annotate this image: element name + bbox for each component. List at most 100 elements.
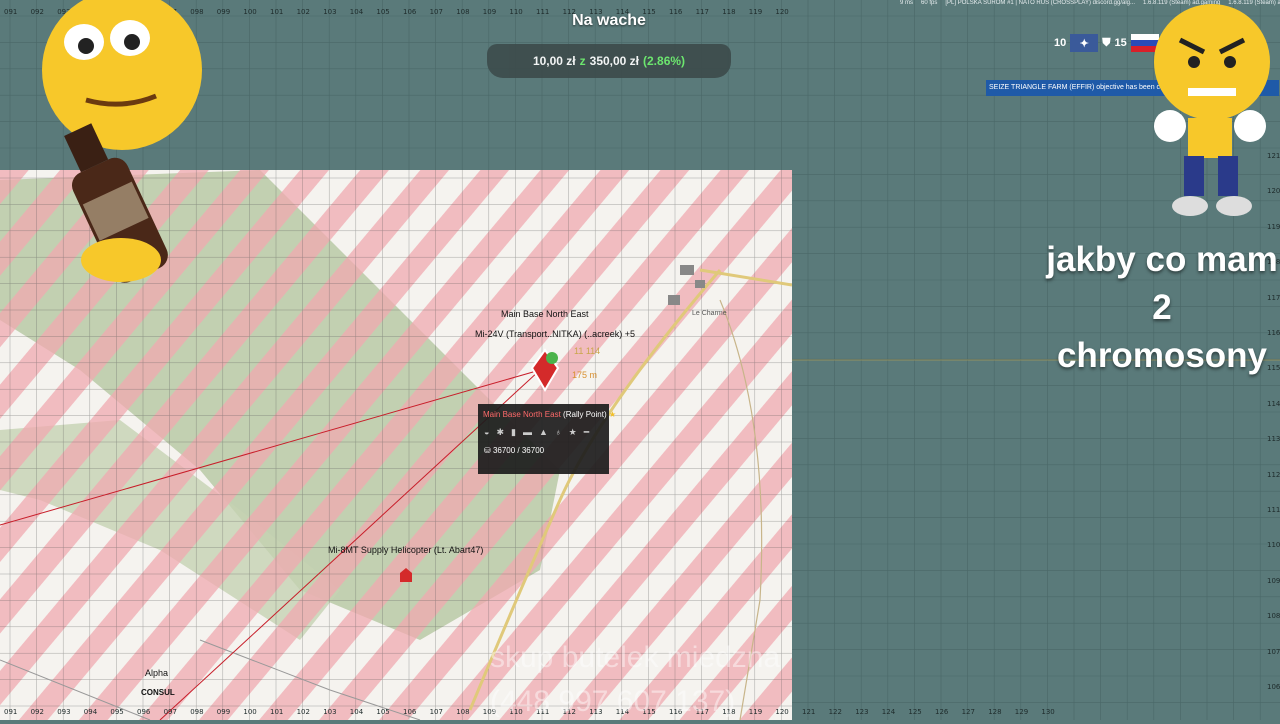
grid-tick-112: 112 [1267, 470, 1280, 479]
grid-tick-119: 119 [1267, 222, 1280, 231]
grid-tick-104: 104 [349, 8, 364, 16]
grid-tick-102: 102 [296, 8, 310, 16]
angry-smiley-overlay-icon [1154, 4, 1270, 216]
grid-tick-096: 096 [137, 708, 151, 716]
fuel-icon[interactable]: ▮ [511, 427, 516, 438]
soldier-icon[interactable]: ▲ [539, 427, 548, 438]
rally-point-suffix: (Rally Point) [563, 410, 607, 419]
grid-tick-113: 113 [1267, 435, 1280, 444]
grid-tick-116: 116 [669, 8, 683, 16]
grid-tick-123: 123 [855, 708, 869, 716]
grid-tick-108: 108 [456, 8, 470, 16]
status-item: 9 ms [900, 0, 914, 6]
grid-tick-126: 126 [935, 708, 949, 716]
main-base-label: Main Base North East [501, 309, 589, 319]
rally-point-tickets: ⛁ 36700 / 36700 [478, 440, 609, 461]
watermark-line-2: (448 997 607 137) [490, 685, 736, 718]
grid-tick-094: 094 [83, 708, 98, 716]
grid-tick-121: 121 [802, 708, 816, 716]
status-item: [PL] POLSKA SUROM #1 | NATO RUS (CROSSPL… [945, 0, 1135, 6]
medal-icon[interactable]: ♁ [555, 427, 562, 438]
stream-caption: jakby co mam 2 chromosony [1044, 236, 1280, 380]
tickets-value: 36700 / 36700 [492, 446, 545, 455]
grid-tick-108: 108 [456, 708, 470, 716]
grid-tick-129: 129 [1014, 708, 1029, 716]
page-title: Na wache [572, 12, 646, 29]
grid-ref-label: 11 114 [574, 346, 601, 356]
grid-tick-110: 110 [1267, 541, 1280, 550]
village-label: Le Charme [692, 310, 727, 317]
score-left: 10 [1054, 37, 1067, 49]
grid-tick-101: 101 [270, 8, 284, 16]
grid-tick-106: 106 [403, 708, 417, 716]
grid-tick-091: 091 [4, 8, 18, 16]
status-item: 60 fps [921, 0, 938, 6]
smiley-with-bottle-overlay-icon [42, 0, 202, 283]
alpha-label: Alpha [145, 668, 169, 678]
rally-point-icon-row: ◒ ✱ ▮ ▬ ▲ ♁ ★ ━ [478, 425, 609, 440]
grid-tick-122: 122 [828, 708, 842, 716]
donation-goal-bar: 10,00 zł z 350,00 zł (2.86%) [487, 44, 731, 78]
grid-tick-109: 109 [1267, 576, 1280, 585]
grid-tick-100: 100 [243, 8, 257, 16]
donation-percent: (2.86%) [643, 54, 686, 68]
grid-tick-117: 117 [695, 8, 709, 16]
helmet-icon[interactable]: ◒ [484, 427, 489, 438]
truck-icon[interactable]: ▬ [523, 427, 532, 438]
tickets-small-icon: ⛊ [1102, 36, 1111, 49]
rally-point-popup[interactable]: Main Base North East (Rally Point) ★ ◒ ✱… [478, 404, 616, 474]
main-base-marker-icon[interactable] [530, 348, 560, 392]
score-mid: 15 [1114, 37, 1127, 49]
grid-tick-106: 106 [403, 8, 417, 16]
grid-tick-106: 106 [1267, 683, 1280, 691]
stream-watermark: skup butelek miedzna (448 997 607 137) [490, 636, 780, 724]
grid-tick-127: 127 [961, 708, 975, 716]
grid-tick-103: 103 [323, 8, 337, 16]
grid-tick-110: 110 [509, 8, 523, 16]
caption-line-1: jakby co mam [1046, 240, 1278, 279]
gear-icon[interactable]: ✱ [496, 427, 504, 438]
grid-tick-101: 101 [270, 708, 284, 716]
donation-separator: z [579, 54, 586, 68]
grid-tick-130: 130 [1041, 708, 1055, 716]
grid-tick-107: 107 [429, 708, 443, 716]
grid-tick-114: 114 [1267, 399, 1280, 408]
grid-tick-095: 095 [110, 708, 124, 716]
caption-line-2: 2 chromosony [1056, 288, 1268, 375]
grid-tick-111: 111 [1267, 506, 1280, 514]
consul-label: CONSUL [141, 688, 175, 697]
supply-heli-label: Mi-8MT Supply Helicopter (Lt. Abart47) [328, 545, 484, 555]
grid-tick-098: 098 [190, 708, 204, 716]
rally-point-name: Main Base North East [483, 410, 561, 419]
grid-tick-107: 107 [1267, 647, 1280, 656]
star-small-icon[interactable]: ★ [569, 427, 577, 438]
grid-tick-109: 109 [482, 8, 497, 16]
rifle-icon[interactable]: ━ [584, 427, 589, 438]
nato-flag-icon: ✦ [1070, 34, 1099, 52]
grid-tick-108: 108 [1267, 612, 1280, 621]
grid-tick-100: 100 [243, 708, 257, 716]
grid-tick-120: 120 [775, 8, 789, 16]
grid-tick-125: 125 [908, 708, 922, 716]
grid-tick-128: 128 [988, 708, 1002, 716]
grid-tick-107: 107 [429, 8, 443, 16]
donation-goal: 350,00 zł [589, 54, 640, 68]
grid-tick-104: 104 [349, 708, 364, 716]
grid-tick-111: 111 [536, 8, 550, 16]
grid-tick-118: 118 [722, 8, 736, 16]
grid-tick-091: 091 [4, 708, 18, 716]
star-icon: ★ [608, 410, 617, 419]
rally-point-title: Main Base North East (Rally Point) ★ [478, 404, 616, 425]
grid-tick-103: 103 [323, 708, 337, 716]
tickets-icon: ⛁ [484, 446, 491, 455]
grid-tick-119: 119 [748, 8, 763, 16]
donation-current: 10,00 zł [532, 54, 576, 68]
mi24-label: Mi-24V (Transport..NITKA) (..acreek) +5 [475, 329, 635, 339]
grid-tick-105: 105 [376, 8, 390, 16]
watermark-line-1: skup butelek miedzna [490, 641, 781, 674]
grid-tick-099: 099 [216, 708, 231, 716]
distance-label: 175 m [572, 370, 598, 380]
grid-tick-097: 097 [163, 708, 177, 716]
supply-heli-marker-icon[interactable] [400, 568, 412, 582]
grid-tick-102: 102 [296, 708, 310, 716]
